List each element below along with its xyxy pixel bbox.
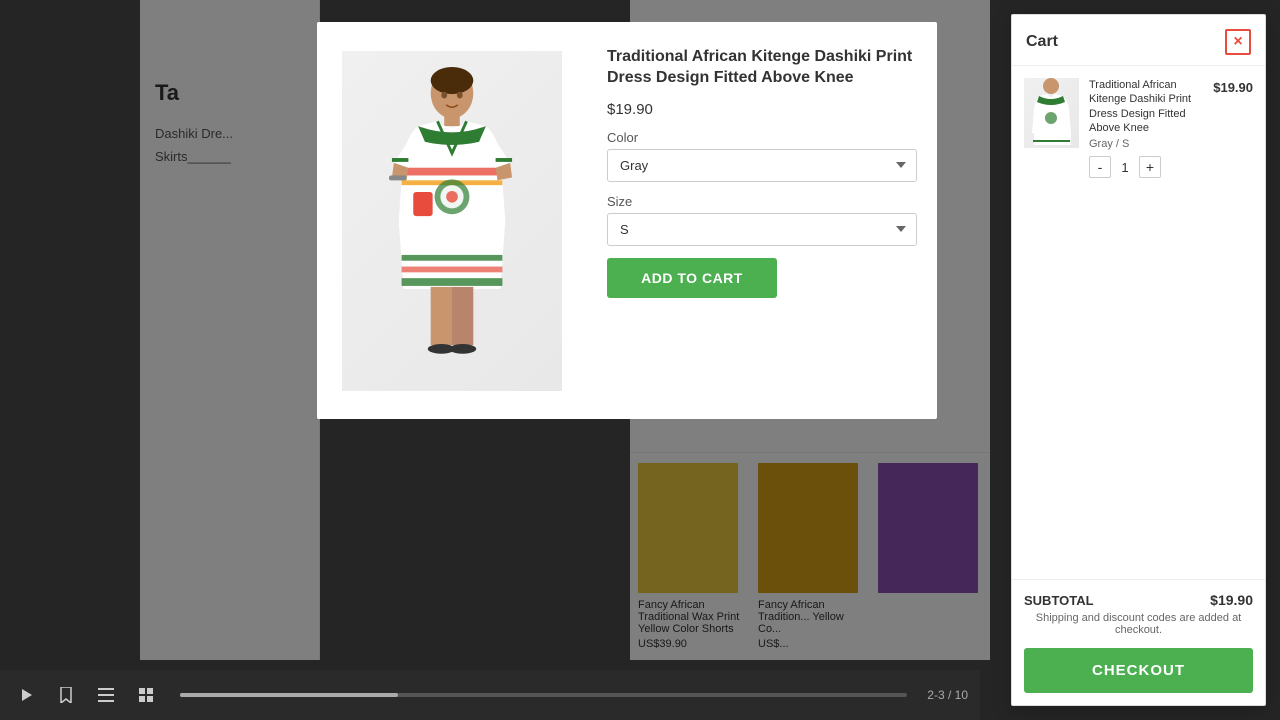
cart-item: Traditional African Kitenge Dashiki Prin… — [1024, 78, 1253, 178]
product-modal: Traditional African Kitenge Dashiki Prin… — [317, 22, 937, 419]
cart-item-quantity: - 1 + — [1089, 156, 1203, 178]
toolbar: 2-3 / 10 — [0, 670, 980, 720]
modal-image-section — [317, 22, 587, 419]
modal-product-price: $19.90 — [607, 101, 917, 118]
qty-decrease-button[interactable]: - — [1089, 156, 1111, 178]
cart-item-details: Traditional African Kitenge Dashiki Prin… — [1089, 78, 1203, 178]
cart-items-list: Traditional African Kitenge Dashiki Prin… — [1012, 66, 1265, 579]
size-section: Size XS S M L XL XXL — [607, 194, 917, 246]
list-icon — [98, 688, 114, 702]
play-icon — [18, 687, 34, 703]
shipping-note: Shipping and discount codes are added at… — [1024, 612, 1253, 636]
cart-item-price: $19.90 — [1213, 78, 1253, 95]
color-section: Color Gray White Black Blue Red — [607, 130, 917, 182]
progress-bar-container — [180, 693, 907, 697]
subtotal-row: SUBTOTAL $19.90 — [1024, 592, 1253, 608]
size-select[interactable]: XS S M L XL XXL — [607, 213, 917, 246]
add-to-cart-button[interactable]: ADD TO CART — [607, 258, 777, 298]
progress-bar — [180, 693, 398, 697]
cart-panel: Cart × Traditional African Kitenge Dashi… — [1011, 14, 1266, 706]
color-select[interactable]: Gray White Black Blue Red — [607, 149, 917, 182]
play-button[interactable] — [12, 681, 40, 709]
modal-details: Traditional African Kitenge Dashiki Prin… — [587, 22, 937, 419]
cart-close-button[interactable]: × — [1225, 29, 1251, 55]
page-info: 2-3 / 10 — [927, 688, 968, 702]
bookmark-button[interactable] — [52, 681, 80, 709]
grid-button[interactable] — [132, 681, 160, 709]
cart-item-variant: Gray / S — [1089, 138, 1203, 150]
modal-product-image — [342, 51, 562, 391]
qty-value: 1 — [1117, 160, 1133, 175]
cart-header: Cart × — [1012, 15, 1265, 66]
cart-item-name: Traditional African Kitenge Dashiki Prin… — [1089, 78, 1203, 135]
list-button[interactable] — [92, 681, 120, 709]
subtotal-amount: $19.90 — [1210, 592, 1253, 608]
size-label: Size — [607, 194, 917, 209]
cart-item-dress-icon — [1024, 78, 1079, 148]
bookmark-icon — [59, 687, 73, 703]
cart-item-image — [1024, 78, 1079, 148]
qty-increase-button[interactable]: + — [1139, 156, 1161, 178]
cart-title: Cart — [1026, 33, 1058, 51]
color-label: Color — [607, 130, 917, 145]
grid-icon — [139, 688, 153, 702]
subtotal-label: SUBTOTAL — [1024, 593, 1094, 608]
checkout-button[interactable]: CHECKOUT — [1024, 648, 1253, 693]
dress-illustration — [362, 66, 542, 376]
cart-footer: SUBTOTAL $19.90 Shipping and discount co… — [1012, 579, 1265, 705]
modal-product-title: Traditional African Kitenge Dashiki Prin… — [607, 47, 917, 89]
